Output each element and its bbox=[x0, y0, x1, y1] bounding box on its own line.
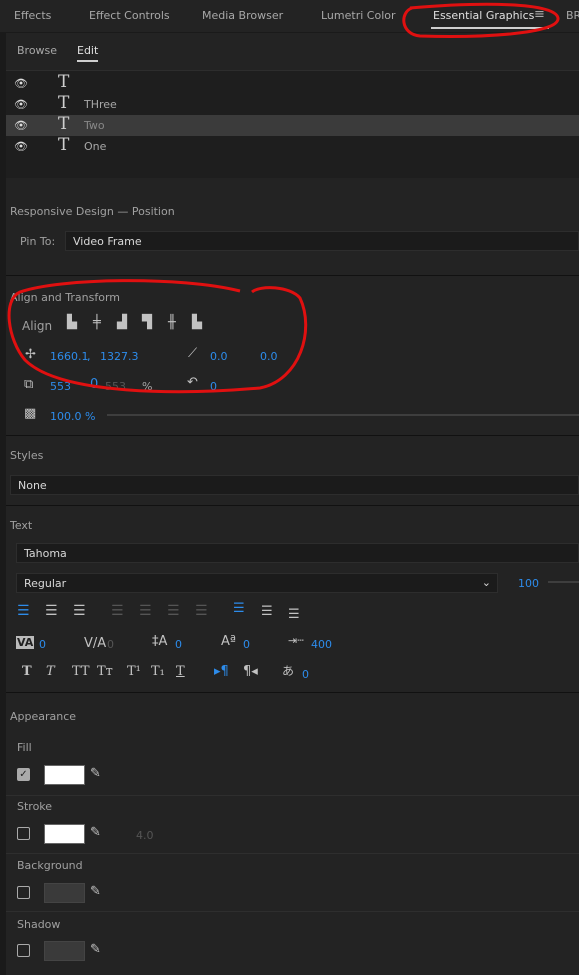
red-annotations bbox=[7, 2, 560, 394]
